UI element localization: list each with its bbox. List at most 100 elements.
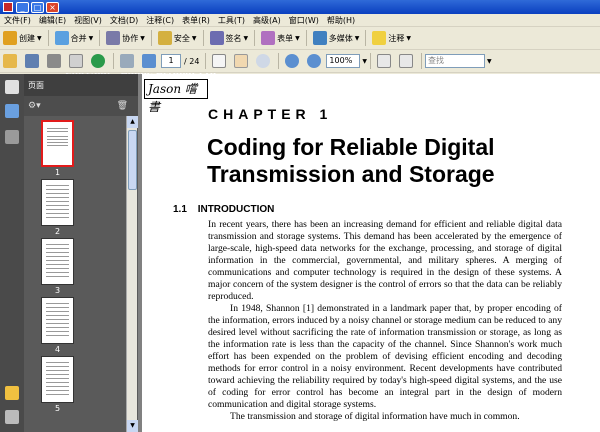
open-button[interactable] (0, 52, 22, 71)
page-thumbnail-label: 4 (54, 345, 61, 354)
folder-icon (3, 54, 17, 68)
menu-comments[interactable]: 注释(C) (142, 15, 178, 26)
menu-help[interactable]: 帮助(H) (323, 15, 359, 26)
minimize-button[interactable]: _ (16, 1, 29, 13)
secure-label: 安全 (173, 33, 190, 43)
menu-edit[interactable]: 编辑(E) (35, 15, 70, 26)
paragraph: The transmission and storage of digital … (230, 411, 520, 422)
collaborate-button[interactable]: 协作 ▼ (103, 29, 148, 48)
pdf-page: Jason 嚐書 CHAPTER 1 Coding for Reliable D… (142, 74, 600, 432)
menu-tools[interactable]: 工具(T) (214, 15, 249, 26)
page-thumbnail-1[interactable] (41, 120, 74, 167)
options-icon[interactable]: ⚙▾ (28, 101, 41, 111)
section-heading: 1.1 INTRODUCTION (173, 204, 274, 215)
fit-width-icon (399, 54, 414, 68)
bookmarks-icon[interactable] (5, 104, 19, 118)
section-number: 1.1 (173, 204, 187, 215)
scrollbar-thumb[interactable] (128, 130, 137, 190)
acrobat-app-icon (3, 2, 13, 12)
menu-document[interactable]: 文档(D) (106, 15, 142, 26)
merge-label: 合并 (70, 33, 87, 43)
tasks-toolbar: 创建 ▼ 合并 ▼ 协作 ▼ 安全 ▼ 签名 ▼ 表单 ▼ 多媒体 ▼ 注释 ▼ (0, 27, 600, 50)
section-title: INTRODUCTION (197, 204, 275, 215)
thumbnails-scrollbar[interactable]: ▲ ▼ (126, 116, 138, 432)
title-bar: Ch01.pdf - Adobe Acrobat Pro _ □ × (0, 0, 600, 78)
multimedia-button[interactable]: 多媒体 ▼ (310, 29, 363, 48)
find-input[interactable]: 查找 (425, 54, 486, 68)
comment-button[interactable]: 注释 ▼ (369, 29, 414, 48)
menu-forms[interactable]: 表单(R) (178, 15, 214, 26)
hand-tool-button[interactable] (231, 52, 253, 71)
page-thumbnail-2[interactable] (41, 179, 74, 226)
scroll-down-arrow[interactable]: ▼ (127, 420, 138, 432)
next-page-button[interactable] (139, 52, 161, 71)
hand-icon (234, 54, 249, 68)
page-thumbnail-label: 1 (54, 168, 61, 177)
pages-panel-icon[interactable] (5, 80, 19, 94)
chapter-label: CHAPTER 1 (208, 106, 333, 122)
create-button[interactable]: 创建 ▼ (0, 29, 45, 48)
menu-bar: 文件(F) 编辑(E) 视图(V) 文档(D) 注释(C) 表单(R) 工具(T… (0, 14, 600, 27)
email-icon (69, 54, 83, 68)
merge-button[interactable]: 合并 ▼ (52, 29, 97, 48)
prev-page-button[interactable] (117, 52, 139, 71)
multimedia-icon (312, 31, 327, 45)
page-number-input[interactable]: 1 (161, 54, 181, 68)
trash-icon[interactable]: 🗑 (117, 101, 128, 111)
form-icon (261, 31, 276, 45)
zoom-out-icon (285, 54, 300, 68)
fit-page-button[interactable] (374, 52, 396, 71)
zoom-tool-button[interactable] (253, 52, 275, 71)
signature-stamp: Jason 嚐書 (144, 79, 208, 114)
collaborate-icon (106, 31, 121, 45)
fit-width-button[interactable] (396, 52, 418, 71)
fit-page-icon (377, 54, 392, 68)
zoom-out-button[interactable] (282, 52, 304, 71)
collaborate-label: 协作 (122, 33, 139, 43)
navigation-pane-strip (0, 74, 24, 432)
create-pdf-icon (3, 31, 17, 45)
sign-label: 签名 (225, 33, 242, 43)
arrow-up-icon (120, 54, 134, 68)
close-button[interactable]: × (46, 1, 59, 13)
pages-panel-tools: ⚙▾ 🗑 (24, 96, 138, 116)
comment-label: 注释 (388, 33, 405, 43)
page-thumbnail-5[interactable] (41, 356, 74, 403)
zoom-in-button[interactable] (304, 52, 326, 71)
signatures-icon[interactable] (5, 130, 19, 144)
page-thumbnail-3[interactable] (41, 238, 74, 285)
create-label: 创建 (19, 33, 35, 43)
globe-icon (91, 54, 105, 68)
navigation-toolbar: 1 / 24 100% ▼ 查找 ▼ (0, 50, 600, 73)
menu-advanced[interactable]: 高级(A) (249, 15, 285, 26)
body-text: In recent years, there has been an incre… (208, 219, 562, 423)
merge-icon (54, 31, 69, 45)
sign-button[interactable]: 签名 ▼ (207, 29, 252, 48)
zoom-level-select[interactable]: 100% (326, 54, 361, 68)
pen-icon (209, 31, 224, 45)
print-icon (47, 54, 61, 68)
select-tool-button[interactable] (209, 52, 231, 71)
pages-panel: 页面 ⚙▾ 🗑 1 2 3 4 5 ▲ ▼ (24, 74, 138, 432)
email-button[interactable] (66, 52, 88, 71)
save-button[interactable] (22, 52, 44, 71)
menu-file[interactable]: 文件(F) (0, 15, 35, 26)
menu-view[interactable]: 视图(V) (70, 15, 106, 26)
page-thumbnail-4[interactable] (41, 297, 74, 344)
scroll-up-arrow[interactable]: ▲ (127, 116, 138, 128)
menu-window[interactable]: 窗口(W) (285, 15, 323, 26)
page-thumbnail-label: 3 (54, 286, 61, 295)
page-total: / 24 (184, 56, 200, 66)
multimedia-label: 多媒体 (328, 33, 353, 43)
page-thumbnail-label: 5 (54, 404, 61, 413)
comment-icon (372, 31, 387, 45)
document-view[interactable]: Jason 嚐書 CHAPTER 1 Coding for Reliable D… (138, 74, 600, 432)
secure-button[interactable]: 安全 ▼ (155, 29, 200, 48)
attachments-icon[interactable] (5, 410, 19, 424)
print-button[interactable] (44, 52, 66, 71)
paragraph: In 1948, Shannon [1] demonstrated in a l… (208, 303, 562, 410)
comments-icon[interactable] (5, 386, 19, 400)
forms-button[interactable]: 表单 ▼ (258, 29, 303, 48)
maximize-button[interactable]: □ (31, 1, 44, 13)
organizer-button[interactable] (88, 52, 110, 71)
